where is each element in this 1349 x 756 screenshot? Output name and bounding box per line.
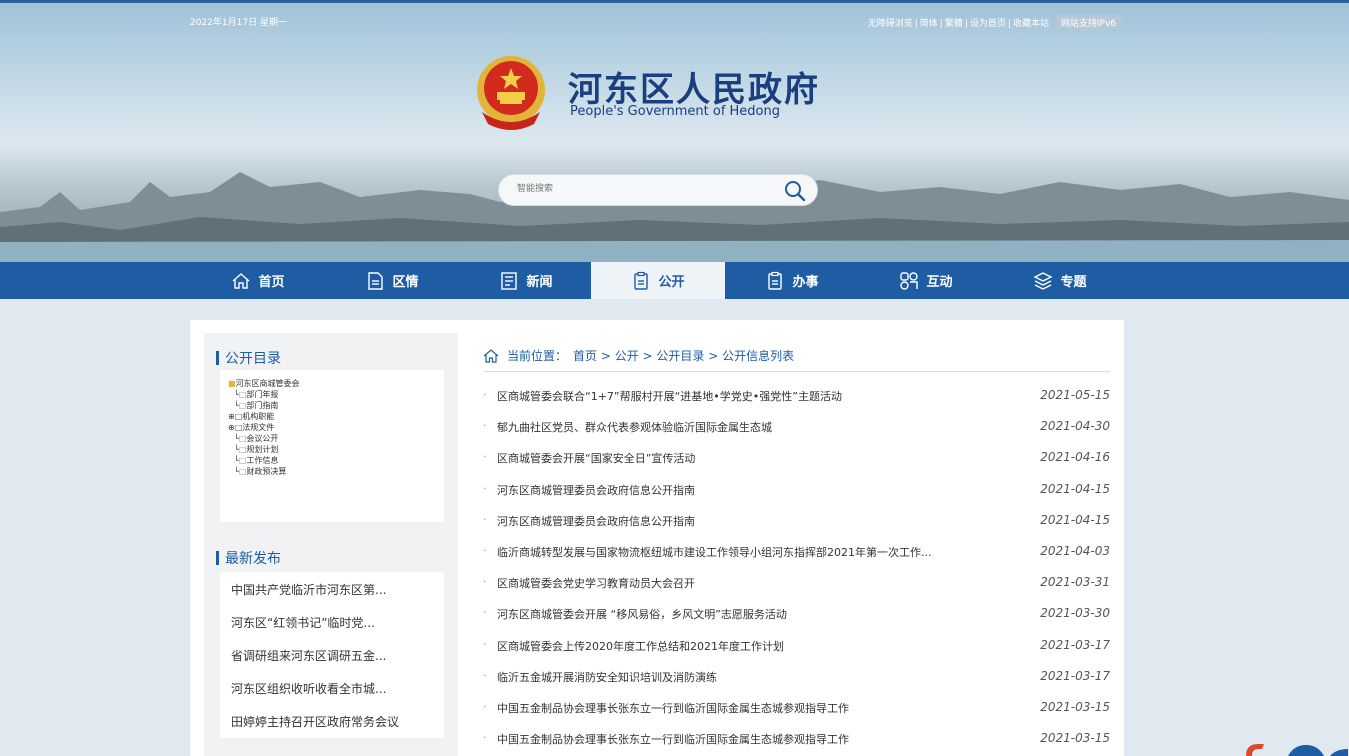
nav-services[interactable]: 办事: [725, 262, 859, 299]
site-header: 2022年1月17日 星期一 无障碍浏览 | 简体 | 繁體 | 设为首页 | 收藏本站 网站支…: [0, 0, 1349, 262]
current-date: 2022年1月17日 星期一: [190, 18, 287, 28]
list-item[interactable]: · 临沂五金城开展消防安全知识培训及消防演练 2021-03-17: [483, 667, 1110, 687]
nav-public-label: 公开: [658, 275, 685, 290]
traditional-link[interactable]: 繁體: [945, 19, 963, 29]
list-item[interactable]: · 区商城管委会党史学习教育动员大会召开 2021-03-31: [483, 573, 1110, 593]
list-item[interactable]: · 中国五金制品协会理事长张东立一行到临沂国际金属生态城参观指导工作 2021-03…: [483, 729, 1110, 749]
home-icon: [483, 348, 499, 363]
list-item[interactable]: · 中国五金制品协会理事长张东立一行到临沂国际金属生态城参观指导工作 2021-03…: [483, 698, 1110, 718]
list-item[interactable]: · 河东区商城管理委员会政府信息公开指南 2021-04-15: [483, 480, 1110, 500]
nav-interaction-label: 互动: [926, 275, 953, 290]
search-input[interactable]: [517, 183, 777, 193]
nav-news[interactable]: 新闻: [459, 262, 593, 299]
nav-public[interactable]: 公开: [591, 262, 725, 299]
latest-item[interactable]: 中国共产党临沂市河东区第...: [231, 581, 386, 598]
catalog-tree: ■河东区商城管委会 └□部门年报 └□部门指南 ⊕□机构职能 ⊕□法规文件 └□…: [220, 370, 444, 522]
breadcrumb: 当前位置： 首页 > 公开 > 公开目录 > 公开信息列表: [483, 347, 794, 364]
list-item[interactable]: · 区商城管委会上传2020年度工作总结和2021年度工作计划 2021-03-17: [483, 636, 1110, 656]
bookmark-link[interactable]: 收藏本站: [1013, 19, 1049, 29]
list-item[interactable]: · 临沂商城转型发展与国家物流枢纽城市建设工作领导小组河东指挥部2021年第一次工…: [483, 542, 1110, 562]
list-item[interactable]: · 河东区商城管理委员会政府信息公开指南 2021-04-15: [483, 511, 1110, 531]
ipv6-badge: 网站支持IPv6: [1055, 15, 1121, 30]
nav-home-label: 首页: [258, 275, 285, 290]
list-item[interactable]: · 河东区商城管委会开展 “移风易俗，乡风文明”志愿服务活动 2021-03-30: [483, 604, 1110, 624]
breadcrumb-path[interactable]: 首页 > 公开 > 公开目录 > 公开信息列表: [573, 347, 794, 364]
tree-item-annual[interactable]: └□部门年报: [234, 389, 278, 400]
latest-item[interactable]: 田婷婷主持召开区政府常务会议: [231, 713, 399, 730]
tree-item-meetings[interactable]: └□会议公开: [234, 433, 278, 444]
search-box: [498, 174, 818, 206]
tree-item-root[interactable]: ■河东区商城管委会: [228, 378, 300, 389]
news-icon: [501, 271, 518, 290]
breadcrumb-divider: [483, 371, 1110, 372]
corner-logo-icon[interactable]: [1244, 741, 1349, 756]
list-item[interactable]: · 区商城管委会联合“1+7”帮服村开展“进基地•学党史•强党性”主题活动 2021…: [483, 386, 1110, 406]
tree-item-regulations[interactable]: ⊕□法规文件: [228, 422, 274, 433]
nav-home[interactable]: 首页: [191, 262, 325, 299]
set-homepage-link[interactable]: 设为首页: [970, 19, 1006, 29]
site-subtitle: People's Government of Hedong: [570, 104, 781, 119]
top-accent-line: [0, 0, 1349, 3]
latest-item[interactable]: 河东区“红领书记”临时党...: [231, 614, 375, 631]
city-skyline-banner: [0, 172, 1349, 262]
tree-item-functions[interactable]: ⊕□机构职能: [228, 411, 274, 422]
national-emblem-icon: [477, 56, 545, 130]
breadcrumb-label: 当前位置：: [507, 349, 568, 363]
nav-services-label: 办事: [792, 275, 819, 290]
home-icon: [233, 272, 250, 289]
tree-item-work-info[interactable]: └□工作信息: [234, 455, 278, 466]
nav-news-label: 新闻: [526, 275, 553, 290]
top-links: 无障碍浏览 | 简体 | 繁體 | 设为首页 | 收藏本站 网站支持IPv6: [868, 15, 1121, 30]
list-item[interactable]: · 郁九曲社区党员、群众代表参观体验临沂国际金属生态城 2021-04-30: [483, 417, 1110, 437]
layers-icon: [1033, 271, 1054, 290]
tree-item-guide[interactable]: └□部门指南: [234, 400, 278, 411]
clipboard-icon: [768, 271, 783, 290]
tree-item-budget[interactable]: └□财政预决算: [234, 466, 286, 477]
search-icon[interactable]: [783, 179, 807, 203]
catalog-title: 公开目录: [216, 348, 281, 368]
nav-topics-label: 专题: [1060, 275, 1087, 290]
nav-overview[interactable]: 区情: [325, 262, 459, 299]
interact-icon: [900, 271, 919, 290]
accessibility-link[interactable]: 无障碍浏览: [868, 19, 913, 29]
latest-title: 最新发布: [216, 548, 281, 568]
list-item[interactable]: · 区商城管委会开展“国家安全日”宣传活动 2021-04-16: [483, 448, 1110, 468]
main-nav: 首页 区情 新闻 公开 办事 互动 专题: [0, 262, 1349, 299]
latest-item[interactable]: 河东区组织收听收看全市城...: [231, 680, 386, 697]
tree-item-planning[interactable]: └□规划计划: [234, 444, 278, 455]
simplified-link[interactable]: 简体: [920, 19, 938, 29]
nav-interaction[interactable]: 互动: [859, 262, 993, 299]
nav-overview-label: 区情: [392, 275, 419, 290]
public-icon: [634, 271, 649, 290]
nav-topics[interactable]: 专题: [993, 262, 1127, 299]
latest-item[interactable]: 省调研组来河东区调研五金...: [231, 647, 386, 664]
document-icon: [368, 271, 384, 290]
